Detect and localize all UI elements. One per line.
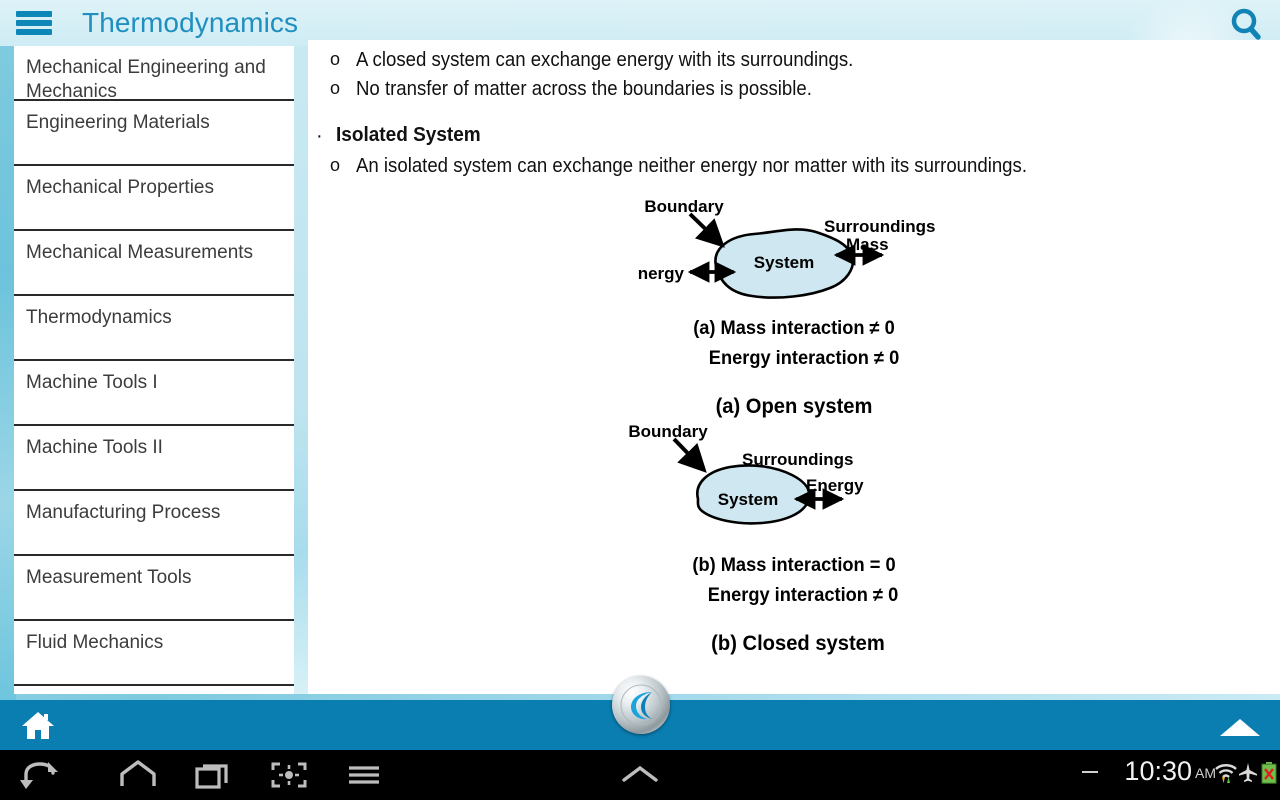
system-label: System bbox=[718, 490, 778, 509]
caption-line-1: (a) Mass interaction ≠ 0 bbox=[693, 318, 895, 339]
wifi-icon bbox=[1214, 761, 1238, 790]
bullet-marker: o bbox=[330, 155, 341, 175]
clock-time: 10:30 bbox=[1124, 756, 1192, 786]
caption-line-2: Energy interaction ≠ 0 bbox=[708, 348, 900, 369]
sidebar-item[interactable]: Machine Tools I bbox=[14, 361, 294, 426]
sidebar-item-label: Engineering Materials bbox=[26, 112, 210, 133]
sidebar-item[interactable]: Thermodynamics bbox=[14, 296, 294, 361]
status-clock: 10:30 AM bbox=[1124, 756, 1216, 787]
sidebar-item-label: Mechanical Engineering and Mechanics bbox=[26, 57, 266, 103]
figure-closed-system: Boundary Surroundings System Energy bbox=[620, 422, 930, 550]
sidebar-item-label: Fluid Mechanics bbox=[26, 632, 164, 653]
hamburger-bar bbox=[16, 11, 52, 17]
sidebar-item[interactable]: Mechanical Engineering and Mechanics bbox=[14, 46, 294, 102]
figure-open-system-caption: (a) Mass interaction ≠ 0 Energy interact… bbox=[608, 318, 980, 419]
page-title: Thermodynamics bbox=[82, 7, 299, 38]
system-label: System bbox=[754, 253, 814, 272]
list-item: o A closed system can exchange energy wi… bbox=[330, 46, 1250, 75]
sidebar-item[interactable]: Fluid Mechanics bbox=[14, 621, 294, 686]
hamburger-bar bbox=[16, 20, 52, 26]
sidebar-item-label: Mechanical Measurements bbox=[26, 242, 254, 263]
caption-title: (a) Open system bbox=[715, 395, 873, 418]
recent-apps-icon[interactable] bbox=[190, 758, 238, 792]
section-marker: · bbox=[316, 125, 323, 147]
sidebar-list[interactable]: Mechanical Engineering and Mechanics Engi… bbox=[14, 46, 294, 694]
content-pane: o A closed system can exchange energy wi… bbox=[308, 40, 1280, 694]
sidebar-item[interactable]: Engineering Materials bbox=[14, 101, 294, 166]
sidebar-item-label: Machine Tools I bbox=[26, 372, 158, 393]
sidebar-item-label: Measurement Tools bbox=[26, 567, 192, 588]
boundary-label: Boundary bbox=[628, 425, 708, 441]
sidebar-item-label: Manufacturing Process bbox=[26, 502, 221, 523]
sidebar-item[interactable]: Manufacturing Process bbox=[14, 491, 294, 556]
energy-label: Energy bbox=[638, 264, 685, 283]
hamburger-bar bbox=[16, 29, 52, 35]
navbar-top-accent bbox=[0, 748, 1280, 750]
boundary-label: Boundary bbox=[644, 200, 724, 216]
list-item: o An isolated system can exchange neithe… bbox=[330, 152, 1256, 181]
menu-icon[interactable] bbox=[340, 758, 388, 792]
sidebar-item-label: Mechanical Properties bbox=[26, 177, 214, 198]
app-logo-icon[interactable] bbox=[612, 676, 670, 734]
figure-open-system: Boundary Surroundings System Energy Mass bbox=[626, 197, 948, 325]
list-item: o No transfer of matter across the bound… bbox=[330, 75, 1250, 104]
sidebar-item-label: Thermodynamics bbox=[26, 307, 172, 328]
back-arrow-icon[interactable] bbox=[16, 758, 64, 792]
caption-line-2: Energy interaction ≠ 0 bbox=[707, 585, 899, 606]
hamburger-icon[interactable] bbox=[16, 9, 52, 37]
isolated-system-section: · Isolated System o An isolated system c… bbox=[316, 124, 1256, 181]
sidebar-item[interactable]: Mechanical Properties bbox=[14, 166, 294, 231]
bullet-marker: o bbox=[330, 49, 341, 69]
section-heading: · Isolated System bbox=[316, 124, 1256, 148]
mass-label: Mass bbox=[846, 235, 889, 254]
sidebar-item[interactable]: Measurement Tools bbox=[14, 556, 294, 621]
home-outline-icon[interactable] bbox=[114, 758, 162, 792]
clock-period: AM bbox=[1195, 765, 1216, 781]
sidebar-item[interactable]: Mechanical Measurements bbox=[14, 231, 294, 296]
bullet-text: No transfer of matter across the boundar… bbox=[356, 78, 812, 100]
bullet-text: An isolated system can exchange neither … bbox=[356, 155, 1027, 177]
bullet-marker: o bbox=[330, 78, 341, 98]
chevron-up-icon[interactable] bbox=[616, 758, 664, 792]
surroundings-label: Surroundings bbox=[742, 450, 853, 469]
airplane-mode-icon bbox=[1238, 761, 1258, 788]
sidebar-item[interactable]: Machine Tools II bbox=[14, 426, 294, 491]
chevron-up-icon[interactable] bbox=[1218, 716, 1262, 738]
bullet-text: A closed system can exchange energy with… bbox=[356, 49, 854, 71]
search-icon[interactable] bbox=[1224, 4, 1268, 44]
home-icon[interactable] bbox=[20, 709, 56, 741]
sidebar-divider-strip bbox=[294, 46, 308, 694]
android-navigation-bar: 10:30 AM bbox=[0, 748, 1280, 800]
section-title: Isolated System bbox=[336, 124, 481, 146]
caption-title: (b) Closed system bbox=[711, 632, 885, 655]
energy-label: Energy bbox=[806, 476, 864, 495]
caption-line-1: (b) Mass interaction = 0 bbox=[692, 555, 896, 576]
sidebar-item-label: Machine Tools II bbox=[26, 437, 163, 458]
figure-closed-system-caption: (b) Mass interaction = 0 Energy interact… bbox=[608, 555, 980, 656]
closed-system-bullets: o A closed system can exchange energy wi… bbox=[330, 46, 1250, 104]
battery-error-icon bbox=[1260, 761, 1278, 790]
screenshot-icon[interactable] bbox=[265, 758, 313, 792]
surroundings-label: Surroundings bbox=[824, 217, 935, 236]
status-dash-icon bbox=[1082, 771, 1098, 773]
